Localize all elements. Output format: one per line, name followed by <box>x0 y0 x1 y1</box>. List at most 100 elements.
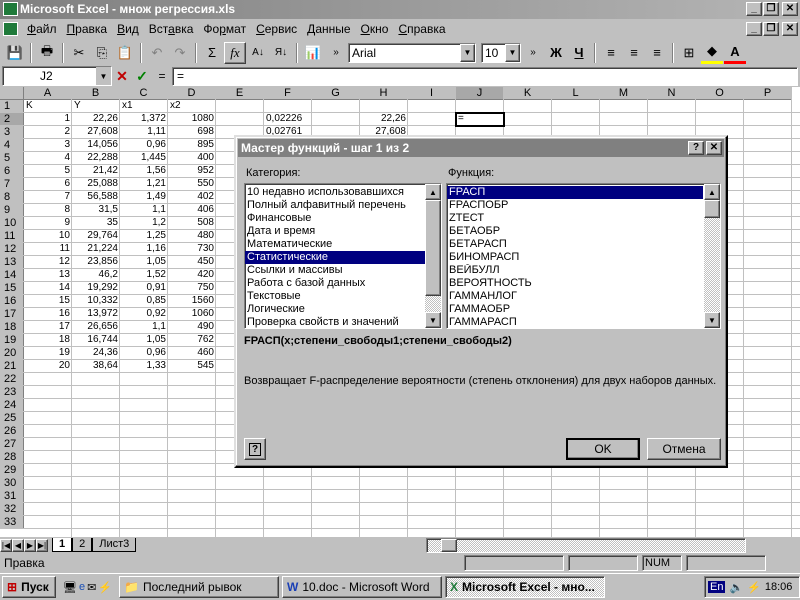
cell[interactable]: 420 <box>168 269 216 282</box>
cell[interactable]: 1,05 <box>120 256 168 269</box>
column-header[interactable]: A <box>24 87 72 100</box>
cell[interactable]: 490 <box>168 321 216 334</box>
formula-input[interactable]: = <box>172 66 798 86</box>
select-all-corner[interactable] <box>0 87 24 100</box>
sort-ascending-icon[interactable]: A↓ <box>247 42 269 64</box>
save-icon[interactable]: 💾 <box>4 42 26 64</box>
taskbar-item[interactable]: 📁 Последний рывок <box>119 576 280 598</box>
scroll-up-icon[interactable]: ▲ <box>704 184 720 200</box>
office-assistant-button[interactable]: ? <box>244 438 266 460</box>
cell[interactable]: 21,42 <box>72 165 120 178</box>
category-item[interactable]: Полный алфавитный перечень <box>245 199 425 212</box>
cell[interactable]: 13 <box>24 269 72 282</box>
cell[interactable]: 10 <box>24 230 72 243</box>
cell[interactable]: 7 <box>24 191 72 204</box>
font-size-dropdown-icon[interactable]: ▼ <box>505 43 520 62</box>
category-item[interactable]: Проверка свойств и значений <box>245 316 425 329</box>
cell[interactable]: 14 <box>24 282 72 295</box>
category-item[interactable]: Логические <box>245 303 425 316</box>
column-header[interactable]: M <box>600 87 648 100</box>
category-item[interactable]: Финансовые <box>245 212 425 225</box>
h-scroll-thumb[interactable] <box>441 538 458 552</box>
cell[interactable]: 27,608 <box>72 126 120 139</box>
underline-button[interactable]: Ч <box>568 42 590 64</box>
cell[interactable]: 1,56 <box>120 165 168 178</box>
cell[interactable]: 0,96 <box>120 347 168 360</box>
cell[interactable]: 20 <box>24 360 72 373</box>
cell[interactable]: 460 <box>168 347 216 360</box>
column-header[interactable]: I <box>408 87 456 100</box>
function-item[interactable]: ГАММАОБР <box>447 303 703 316</box>
cell[interactable]: 1,1 <box>120 204 168 217</box>
cell[interactable]: 35 <box>72 217 120 230</box>
cell[interactable]: 1560 <box>168 295 216 308</box>
doc-close-button[interactable]: ✕ <box>782 22 798 36</box>
cancel-entry-icon[interactable]: ✕ <box>112 68 132 85</box>
cell[interactable]: 15 <box>24 295 72 308</box>
edit-formula-icon[interactable]: = <box>152 69 172 83</box>
column-header[interactable]: P <box>744 87 792 100</box>
cell[interactable]: x2 <box>168 100 216 113</box>
font-combo[interactable]: Arial ▼ <box>348 42 476 63</box>
cut-icon[interactable]: ✂ <box>68 42 90 64</box>
sheet-tab[interactable]: 1 <box>52 538 73 552</box>
cell[interactable]: 8 <box>24 204 72 217</box>
menu-item[interactable]: Вставка <box>144 22 199 36</box>
sheet-tab[interactable]: 2 <box>72 538 93 552</box>
outlook-icon[interactable]: ✉ <box>87 581 96 594</box>
dialog-close-button[interactable]: ✕ <box>706 141 722 155</box>
cell[interactable]: 25,088 <box>72 178 120 191</box>
cell[interactable]: 31,5 <box>72 204 120 217</box>
cell[interactable]: 1,33 <box>120 360 168 373</box>
column-header[interactable]: E <box>216 87 264 100</box>
dialog-help-button[interactable]: ? <box>688 141 704 155</box>
copy-icon[interactable]: ⎘ <box>91 42 113 64</box>
cell[interactable]: 26,656 <box>72 321 120 334</box>
cell[interactable]: x1 <box>120 100 168 113</box>
cell[interactable]: 16 <box>24 308 72 321</box>
cell[interactable]: 1,25 <box>120 230 168 243</box>
category-item[interactable]: 10 недавно использовавшихся <box>245 186 425 199</box>
function-list[interactable]: FРАСП FРАСПОБР ZТЕСТ БЕТАОБР БЕТАРАСП БИНОМРА… <box>446 183 721 329</box>
scroll-thumb[interactable] <box>425 200 441 296</box>
more-buttons-2-icon[interactable]: » <box>522 42 544 64</box>
menu-item[interactable]: Формат <box>198 22 251 36</box>
column-header[interactable]: D <box>168 87 216 100</box>
redo-icon[interactable]: ↷ <box>169 42 191 64</box>
menu-item[interactable]: Вид <box>112 22 144 36</box>
volume-icon[interactable]: 🔈 <box>729 581 743 594</box>
function-item[interactable]: ГАММАНЛОГ <box>447 290 703 303</box>
function-item[interactable]: ВЕЙБУЛЛ <box>447 264 703 277</box>
function-item[interactable]: БЕТАРАСП <box>447 238 703 251</box>
name-box[interactable]: J2 ▼ <box>2 66 112 86</box>
function-item[interactable]: ZТЕСТ <box>447 212 703 225</box>
cell[interactable]: 19,292 <box>72 282 120 295</box>
cell[interactable]: 1 <box>24 113 72 126</box>
print-icon[interactable]: 🖶 <box>36 42 58 64</box>
scroll-up-icon[interactable]: ▲ <box>425 184 441 200</box>
workbook-icon[interactable] <box>3 22 18 36</box>
cell[interactable]: 1080 <box>168 113 216 126</box>
enter-icon[interactable]: ✓ <box>132 68 152 85</box>
cell[interactable]: 22,288 <box>72 152 120 165</box>
cell[interactable]: 22,26 <box>360 113 408 126</box>
align-left-icon[interactable]: ≡ <box>600 42 622 64</box>
cell[interactable]: 1,21 <box>120 178 168 191</box>
function-item[interactable]: БИНОМРАСП <box>447 251 703 264</box>
ie-icon[interactable]: e <box>79 581 85 594</box>
function-item[interactable]: БЕТАОБР <box>447 225 703 238</box>
align-right-icon[interactable]: ≡ <box>646 42 668 64</box>
column-header[interactable]: J <box>456 87 504 100</box>
cell[interactable]: 6 <box>24 178 72 191</box>
column-header[interactable]: O <box>696 87 744 100</box>
function-item[interactable]: FРАСП <box>447 186 703 199</box>
bold-button[interactable]: Ж <box>545 42 567 64</box>
column-header[interactable]: H <box>360 87 408 100</box>
cell[interactable]: 4 <box>24 152 72 165</box>
last-sheet-icon[interactable]: ▶| <box>36 538 48 552</box>
category-item[interactable]: Ссылки и массивы <box>245 264 425 277</box>
cell[interactable]: 952 <box>168 165 216 178</box>
cell[interactable]: 9 <box>24 217 72 230</box>
cell[interactable]: 5 <box>24 165 72 178</box>
cell[interactable]: 762 <box>168 334 216 347</box>
